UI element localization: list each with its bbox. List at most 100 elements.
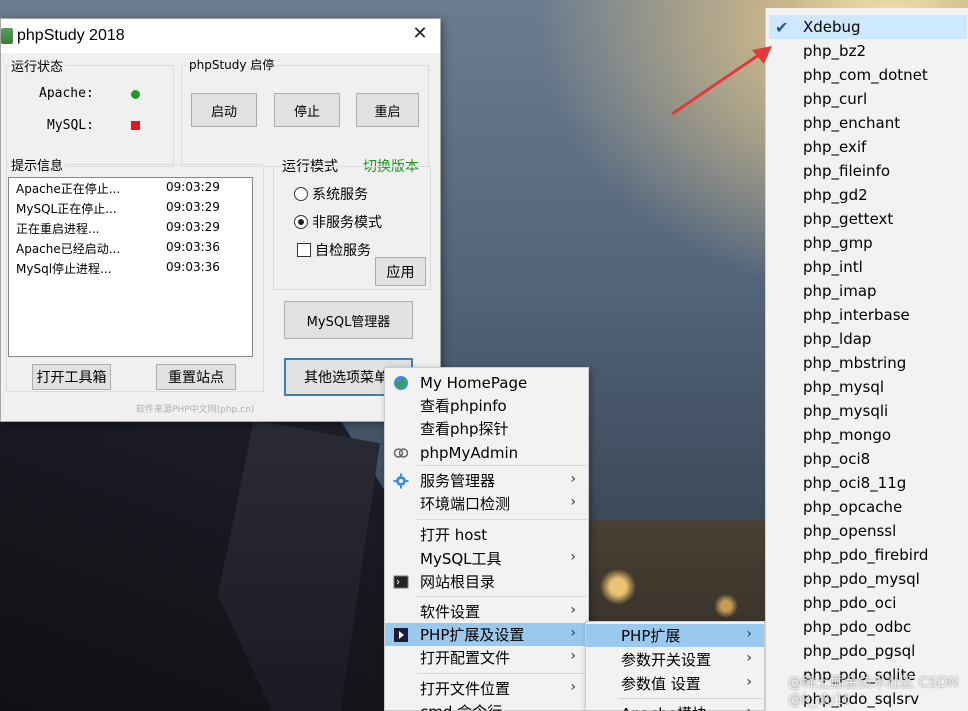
menu-item-label: 服务管理器	[420, 472, 496, 490]
extension-item[interactable]: php_mongo	[769, 423, 967, 447]
log-list: Apache正在停止... 09:03:29 MySQL正在停止... 09:03:…	[8, 177, 253, 357]
extension-item[interactable]: php_pdo_mysql	[769, 567, 967, 591]
extension-name: php_ldap	[803, 330, 872, 348]
submenu-item-php-extensions[interactable]: PHP扩展 ›	[586, 624, 764, 647]
extension-item[interactable]: php_ldap	[769, 327, 967, 351]
extension-item[interactable]: php_curl	[769, 87, 967, 111]
menu-item-open-host[interactable]: 打开 host	[385, 523, 588, 546]
mysql-status-indicator	[131, 121, 140, 130]
extension-name: php_pdo_mysql	[803, 570, 920, 588]
extension-name: php_mbstring	[803, 354, 907, 372]
extension-item[interactable]: php_gmp	[769, 231, 967, 255]
menu-item-phpmyadmin[interactable]: phpMyAdmin	[385, 441, 588, 464]
extension-item[interactable]: php_mysql	[769, 375, 967, 399]
log-entry: MySQL正在停止... 09:03:29	[16, 200, 246, 220]
php-settings-submenu: PHP扩展 › 参数开关设置 › 参数值 设置 › Apache模块 ›	[585, 621, 765, 711]
mysql-manager-button[interactable]: MySQL管理器	[284, 301, 413, 339]
extension-name: php_com_dotnet	[803, 66, 928, 84]
non-service-mode-radio[interactable]	[294, 215, 308, 229]
submenu-item-value-settings[interactable]: 参数值 设置 ›	[586, 672, 764, 695]
menu-separator	[417, 519, 587, 520]
apache-status-indicator	[131, 90, 140, 99]
extension-item[interactable]: php_mbstring	[769, 351, 967, 375]
submenu-item-switch-settings[interactable]: 参数开关设置 ›	[586, 648, 764, 671]
phpstudy-window: phpStudy 2018 ✕ 运行状态 Apache: MySQL: phpS…	[0, 18, 441, 422]
extension-name: php_exif	[803, 138, 867, 156]
menu-item-phpinfo[interactable]: 查看phpinfo	[385, 394, 588, 417]
extension-name: Xdebug	[803, 18, 861, 36]
restart-button[interactable]: 重启	[356, 93, 419, 127]
extension-item[interactable]: php_intl	[769, 255, 967, 279]
extension-item[interactable]: php_openssl	[769, 519, 967, 543]
extension-name: php_interbase	[803, 306, 910, 324]
extension-item[interactable]: php_imap	[769, 279, 967, 303]
extension-item[interactable]: php_oci8	[769, 447, 967, 471]
menu-item-label: My HomePage	[420, 373, 528, 392]
chevron-right-icon: ›	[570, 494, 576, 510]
extension-item[interactable]: php_oci8_11g	[769, 471, 967, 495]
submenu-item-apache-modules[interactable]: Apache模块 ›	[586, 702, 764, 711]
menu-item-open-config[interactable]: 打开配置文件 ›	[385, 646, 588, 669]
extension-item[interactable]: php_mysqli	[769, 399, 967, 423]
service-mode-option[interactable]: 系统服务	[294, 184, 368, 204]
menu-item-label: Apache模块	[621, 703, 707, 711]
menu-item-php-extensions-settings[interactable]: PHP扩展及设置 ›	[385, 623, 588, 646]
extension-item[interactable]: php_pdo_pgsql	[769, 639, 967, 663]
menu-item-service-manager[interactable]: 服务管理器 ›	[385, 469, 588, 492]
chevron-right-icon: ›	[570, 602, 576, 618]
menu-item-homepage[interactable]: My HomePage	[385, 371, 588, 394]
watermark: @稀土掘金技术社区 CSDN @k_du1t	[788, 675, 959, 708]
open-toolbox-button[interactable]: 打开工具箱	[32, 364, 111, 390]
reset-site-button[interactable]: 重置站点	[156, 364, 236, 390]
self-check-checkbox[interactable]	[297, 243, 311, 257]
menu-item-port-check[interactable]: 环境端口检测 ›	[385, 492, 588, 515]
extension-item[interactable]: php_exif	[769, 135, 967, 159]
menu-item-label: 打开 host	[420, 526, 488, 544]
log-group-title: 提示信息	[9, 155, 66, 174]
stop-button[interactable]: 停止	[274, 93, 340, 127]
menu-item-open-file-location[interactable]: 打开文件位置 ›	[385, 677, 588, 700]
extension-name: php_mysqli	[803, 402, 889, 420]
extension-name: php_curl	[803, 90, 868, 108]
extension-item-xdebug[interactable]: ✔ Xdebug	[769, 15, 967, 39]
extension-name: php_imap	[803, 282, 877, 300]
extension-item[interactable]: php_pdo_firebird	[769, 543, 967, 567]
menu-item-label: 参数值 设置	[621, 675, 701, 693]
app-icon	[1, 28, 13, 44]
menu-item-label: MySQL工具	[420, 550, 502, 568]
extension-item[interactable]: php_com_dotnet	[769, 63, 967, 87]
menu-item-software-settings[interactable]: 软件设置 ›	[385, 600, 588, 623]
extension-item[interactable]: php_pdo_odbc	[769, 615, 967, 639]
non-service-mode-option[interactable]: 非服务模式	[294, 212, 382, 232]
apply-button[interactable]: 应用	[375, 257, 426, 286]
extension-item[interactable]: php_pdo_oci	[769, 591, 967, 615]
menu-item-mysql-tools[interactable]: MySQL工具 ›	[385, 547, 588, 570]
extension-name: php_intl	[803, 258, 863, 276]
chevron-right-icon: ›	[746, 674, 752, 690]
extension-name: php_mysql	[803, 378, 885, 396]
menu-item-cmd[interactable]: cmd 命令行	[385, 700, 588, 711]
menu-item-label: 环境端口检测	[420, 495, 511, 513]
extension-item[interactable]: php_gd2	[769, 183, 967, 207]
log-message: Apache已经启动...	[16, 242, 121, 256]
extension-item[interactable]: php_enchant	[769, 111, 967, 135]
log-entry: Apache已经启动... 09:03:36	[16, 240, 246, 260]
extension-item[interactable]: php_fileinfo	[769, 159, 967, 183]
extension-item[interactable]: php_gettext	[769, 207, 967, 231]
log-message: MySQL正在停止...	[16, 202, 117, 216]
self-check-option[interactable]: 自检服务	[297, 240, 373, 260]
menu-separator	[417, 465, 587, 466]
menu-item-php-probe[interactable]: 查看php探针	[385, 417, 588, 440]
log-entry: Apache正在停止... 09:03:29	[16, 180, 246, 200]
extension-item[interactable]: php_opcache	[769, 495, 967, 519]
menu-item-web-root[interactable]: 网站根目录	[385, 570, 588, 593]
close-button[interactable]: ✕	[412, 25, 428, 43]
menu-item-label: 打开文件位置	[420, 680, 511, 698]
start-button[interactable]: 启动	[191, 93, 257, 127]
extension-item[interactable]: php_bz2	[769, 39, 967, 63]
service-mode-radio[interactable]	[294, 187, 308, 201]
extension-name: php_pdo_firebird	[803, 546, 929, 564]
globe-icon	[394, 376, 408, 390]
extension-item[interactable]: php_interbase	[769, 303, 967, 327]
php-extensions-list: ✔ Xdebug php_bz2 php_com_dotnet php_curl …	[765, 8, 968, 711]
